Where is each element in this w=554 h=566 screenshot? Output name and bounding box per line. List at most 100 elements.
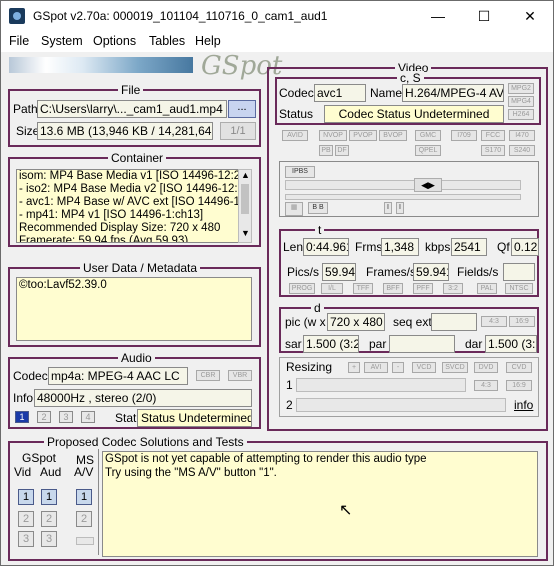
kbps-label: kbps (425, 240, 451, 254)
menu-options[interactable]: Options (93, 34, 136, 48)
tag-bvop: BVOP (379, 130, 407, 141)
resize-avi-button[interactable]: AVI (364, 362, 388, 373)
tag-pal: PAL (477, 283, 497, 294)
qf-label: Qf (497, 240, 510, 254)
screenshot-icon[interactable]: ▦ (285, 202, 303, 216)
gspot-vid-3-button[interactable]: 3 (18, 531, 34, 547)
frms-field: 1,348 (381, 238, 419, 256)
audio-stat-label: Stat (115, 411, 137, 425)
message-line-1: Try using the "MS A/V" button "1". (105, 467, 277, 479)
gspot-aud-3-button[interactable]: 3 (41, 531, 57, 547)
frames-field: 59.941 (413, 263, 449, 281)
container-group-title: Container (108, 151, 167, 165)
path-label: Path (13, 102, 38, 116)
userdata-list[interactable]: ©too:Lavf52.39.0 (16, 277, 252, 341)
container-line-3: - mp41: MP4 v1 [ISO 14496-1:ch13] (19, 209, 204, 221)
pic-field: 720 x 480 (327, 313, 385, 331)
video-dim-subgroup: d pic (w x 720 x 480 seq ext 4:3 16:9 sa… (279, 301, 539, 353)
resize-minus-button[interactable]: - (392, 362, 404, 373)
frame-slider-thumb[interactable]: ◀▶ (414, 178, 442, 192)
container-list[interactable]: isom: MP4 Base Media v1 [ISO 14496-12:20… (16, 169, 252, 243)
app-icon (9, 8, 25, 24)
pics-label: Pics/s (287, 265, 320, 279)
video-cs-title: c, S (397, 71, 424, 85)
resize-svcd-button[interactable]: SVCD (442, 362, 468, 373)
video-codec-label: Codec (279, 86, 314, 100)
container-line-1: - iso2: MP4 Base Media v2 [ISO 14496-12:… (19, 183, 252, 195)
pics-field: 59.941 (322, 263, 356, 281)
scroll-up-icon[interactable]: ▲ (241, 170, 250, 180)
tag-avid: AVID (282, 130, 308, 141)
frame-navigator: IPBS ◀▶ ▦ B B I I (279, 161, 539, 217)
gspot-vid-1-button[interactable]: 1 (18, 489, 34, 505)
maximize-button[interactable]: ☐ (461, 1, 507, 31)
sar-field: 1.500 (3:2) (303, 335, 359, 353)
frame-track-2 (285, 194, 521, 200)
sar-label: sar (285, 337, 302, 351)
file-group: File Path C:\Users\larry\..._cam1_aud1.m… (8, 83, 261, 147)
ms-av-2-button[interactable]: 2 (76, 511, 92, 527)
mouse-cursor-icon: ↖ (339, 502, 353, 519)
menu-tables[interactable]: Tables (149, 34, 185, 48)
proposed-message-box[interactable]: GSpot is not yet capable of attempting t… (102, 451, 538, 557)
minimize-button[interactable]: — (415, 1, 461, 31)
tag-ntsc: NTSC (505, 283, 533, 294)
container-scrollbar[interactable]: ▲ ▼ (238, 169, 252, 243)
resize-plus-button[interactable]: + (348, 362, 360, 373)
vid-label: Vid (14, 465, 32, 479)
browse-button[interactable]: ... (228, 100, 256, 118)
tag-bff: BFF (383, 283, 403, 294)
menu-file[interactable]: File (9, 34, 29, 48)
message-line-0: GSpot is not yet capable of attempting t… (105, 453, 427, 465)
tag-32: 3:2 (443, 283, 463, 294)
resize-cvd-button[interactable]: CVD (506, 362, 532, 373)
video-codec-field: avc1 (314, 84, 366, 102)
title-bar[interactable]: GSpot v2.70a: 000019_101104_110716_0_cam… (1, 1, 553, 31)
resize-43-tag: 4:3 (474, 380, 498, 391)
page-indicator: 1/1 (220, 122, 256, 140)
h264-tag: H264 (508, 109, 534, 120)
menu-system[interactable]: System (41, 34, 83, 48)
kbps-field: 2541 (451, 238, 487, 256)
tag-gmc: GMC (415, 130, 441, 141)
logo-gradient-bar (9, 57, 193, 73)
tag-s170: S170 (481, 145, 505, 156)
proposed-group-title: Proposed Codec Solutions and Tests (44, 435, 247, 449)
audio-stream-1[interactable]: 1 (15, 411, 29, 423)
ms-av-slot (76, 537, 94, 545)
len-label: Len (283, 240, 304, 254)
dar-label: dar (465, 337, 483, 351)
resize-dvd-button[interactable]: DVD (474, 362, 498, 373)
resize-vcd-button[interactable]: VCD (412, 362, 436, 373)
len-field: 0:44.961 (303, 238, 349, 256)
path-field[interactable]: C:\Users\larry\..._cam1_aud1.mp4 (37, 100, 227, 118)
bb-tag: B B (308, 202, 328, 214)
proposed-group: Proposed Codec Solutions and Tests GSpot… (8, 435, 548, 561)
close-icon: ✕ (524, 8, 536, 24)
frms-label: Frms (355, 240, 383, 254)
tag-pff: PFF (413, 283, 433, 294)
gspot-aud-1-button[interactable]: 1 (41, 489, 57, 505)
seq-field (431, 313, 477, 331)
qf-field: 0.123 (511, 238, 539, 256)
ms-av-1-button[interactable]: 1 (76, 489, 92, 505)
scroll-down-icon[interactable]: ▼ (241, 228, 250, 238)
dar-field: 1.500 (3:2) (485, 335, 537, 353)
audio-group: Audio Codec mp4a: MPEG-4 AAC LC CBR VBR … (8, 351, 261, 429)
gspot-aud-2-button[interactable]: 2 (41, 511, 57, 527)
menu-help[interactable]: Help (195, 34, 221, 48)
frames-label: Frames/s (366, 265, 417, 279)
close-button[interactable]: ✕ (507, 1, 553, 31)
par-label: par (369, 337, 387, 351)
info-link[interactable]: info (514, 398, 533, 412)
scroll-thumb[interactable] (241, 184, 249, 214)
frame-track[interactable] (285, 180, 521, 190)
audio-stream-3[interactable]: 3 (59, 411, 73, 423)
fields-label: Fields/s (457, 265, 499, 279)
gspot-vid-2-button[interactable]: 2 (18, 511, 34, 527)
tag-nvop: NVOP (319, 130, 347, 141)
audio-stream-4[interactable]: 4 (81, 411, 95, 423)
i-tag-1: I (384, 202, 392, 214)
fields-field (503, 263, 535, 281)
audio-stream-2[interactable]: 2 (37, 411, 51, 423)
